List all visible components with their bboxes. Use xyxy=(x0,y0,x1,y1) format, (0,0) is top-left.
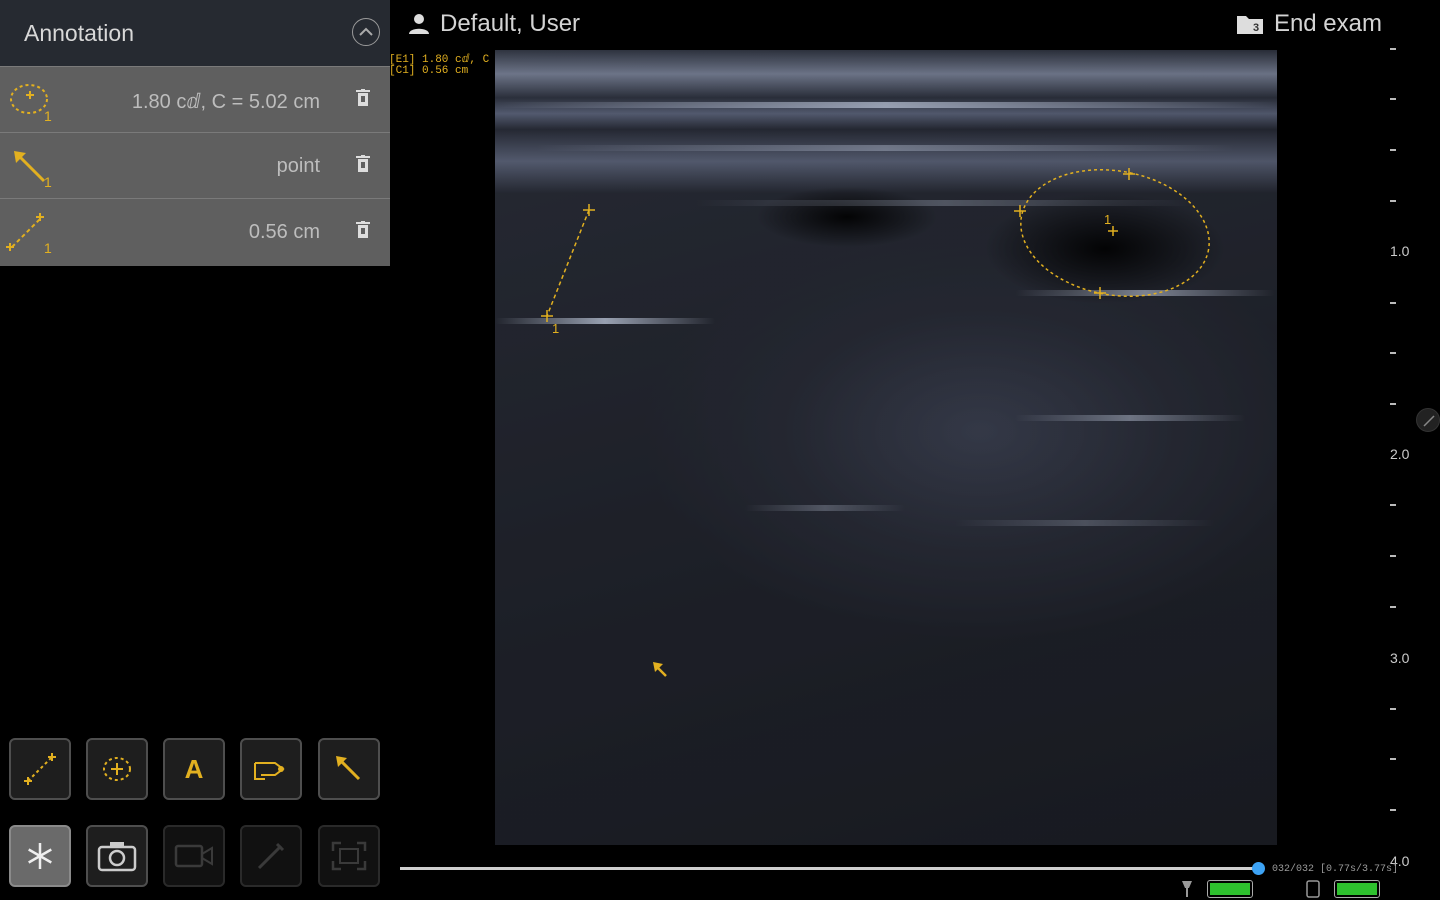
probe-battery-indicator xyxy=(1207,880,1253,898)
cine-scrubber[interactable] xyxy=(1252,862,1265,875)
cine-timeline[interactable] xyxy=(400,867,1258,870)
scale-label: 2.0 xyxy=(1390,446,1410,462)
focus-handle[interactable] xyxy=(1416,408,1440,432)
tablet-icon xyxy=(1306,880,1320,898)
distance-measurement[interactable] xyxy=(541,204,595,322)
ellipse-marker-label: 1 xyxy=(1104,212,1111,227)
device-battery-indicator xyxy=(1334,880,1380,898)
scale-label: 1.0 xyxy=(1390,243,1410,259)
distance-marker-label: 1 xyxy=(552,321,559,336)
probe-icon xyxy=(1182,881,1192,897)
ellipse-measurement[interactable] xyxy=(1011,155,1220,310)
frame-info: 032/032 [0.77s/3.77s] xyxy=(1272,864,1399,875)
arrow-annotation[interactable] xyxy=(653,662,667,677)
scale-label: 3.0 xyxy=(1390,650,1410,666)
pencil-icon xyxy=(1423,415,1435,427)
annotation-overlay: 1 1 xyxy=(541,155,1220,677)
